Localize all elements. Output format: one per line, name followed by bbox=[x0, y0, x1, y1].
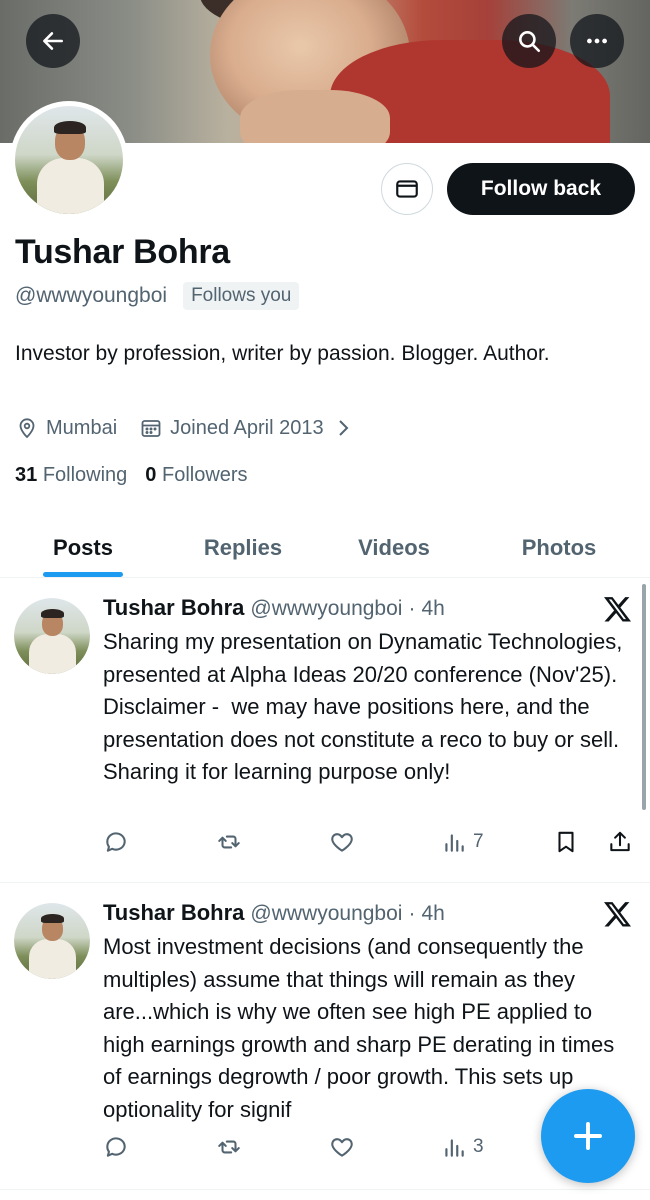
profile-tabs: Posts Replies Videos Photos bbox=[0, 518, 650, 578]
tab-videos[interactable]: Videos bbox=[338, 518, 450, 578]
compose-post-button[interactable] bbox=[541, 1089, 635, 1183]
location-text: Mumbai bbox=[46, 416, 118, 439]
handle-row: @wwwyoungboi Follows you bbox=[15, 282, 300, 310]
x-logo-icon bbox=[604, 597, 631, 622]
views-count: 7 bbox=[473, 831, 484, 852]
avatar-photo bbox=[15, 106, 123, 214]
follows-you-badge: Follows you bbox=[183, 282, 300, 310]
location-pin-icon bbox=[19, 418, 35, 439]
tab-photos[interactable]: Photos bbox=[500, 518, 618, 578]
post-text: Most investment decisions (and consequen… bbox=[103, 934, 621, 1122]
like-button[interactable] bbox=[329, 1134, 355, 1160]
tab-replies[interactable]: Replies bbox=[183, 518, 303, 578]
followers-stat[interactable]: 0 Followers bbox=[145, 464, 247, 487]
post-author-name[interactable]: Tushar Bohra bbox=[103, 595, 244, 621]
views-button[interactable]: 3 bbox=[441, 1134, 484, 1160]
post-item[interactable]: Tushar Bohra @wwwyoungboi · 4h Sharing m… bbox=[0, 579, 650, 883]
post-time[interactable]: 4h bbox=[421, 902, 444, 926]
calendar-icon bbox=[141, 420, 161, 437]
reply-button[interactable] bbox=[103, 1134, 129, 1160]
chevron-right-icon bbox=[338, 420, 349, 436]
more-dots-icon bbox=[587, 38, 607, 44]
active-tab-indicator bbox=[43, 572, 123, 577]
repost-icon bbox=[218, 835, 240, 849]
following-label: Following bbox=[42, 464, 128, 486]
repost-button[interactable] bbox=[216, 1134, 242, 1160]
x-logo-icon bbox=[604, 902, 631, 927]
follow-back-button[interactable]: Follow back bbox=[447, 163, 635, 215]
post-separator: · bbox=[408, 597, 416, 620]
followers-count: 0 bbox=[145, 464, 157, 486]
following-stat[interactable]: 31 Following bbox=[15, 464, 127, 487]
following-count: 31 bbox=[15, 464, 38, 486]
post-header: Tushar Bohra @wwwyoungboi · 4h bbox=[103, 900, 445, 926]
reply-button[interactable] bbox=[103, 829, 129, 855]
scrollbar[interactable] bbox=[642, 584, 646, 810]
post-text: Sharing my presentation on Dynamatic Tec… bbox=[103, 629, 648, 784]
post-avatar[interactable] bbox=[14, 903, 90, 979]
views-chart-icon bbox=[445, 1139, 464, 1157]
joined-item[interactable]: Joined April 2013 bbox=[139, 416, 354, 440]
heart-icon bbox=[331, 833, 353, 852]
envelope-icon bbox=[396, 180, 418, 198]
tab-posts[interactable]: Posts bbox=[33, 518, 133, 578]
reply-icon bbox=[106, 832, 126, 852]
search-button[interactable] bbox=[502, 14, 556, 68]
repost-icon bbox=[218, 1140, 240, 1154]
more-button[interactable] bbox=[570, 14, 624, 68]
profile-bio: Investor by profession, writer by passio… bbox=[15, 342, 550, 365]
back-button[interactable] bbox=[26, 14, 80, 68]
profile-avatar[interactable] bbox=[10, 101, 128, 219]
post-author-handle[interactable]: @wwwyoungboi bbox=[250, 902, 402, 926]
views-chart-icon bbox=[445, 834, 464, 852]
views-button[interactable]: 7 bbox=[441, 829, 484, 855]
post-header: Tushar Bohra @wwwyoungboi · 4h bbox=[103, 595, 445, 621]
profile-name: Tushar Bohra bbox=[15, 233, 230, 271]
profile-handle: @wwwyoungboi bbox=[15, 284, 168, 307]
followers-label: Followers bbox=[161, 464, 248, 486]
bookmark-icon bbox=[558, 831, 574, 853]
plus-icon bbox=[574, 1122, 602, 1150]
message-button[interactable] bbox=[381, 163, 433, 215]
search-icon bbox=[519, 31, 541, 53]
views-count: 3 bbox=[473, 1136, 484, 1157]
post-separator: · bbox=[408, 902, 416, 925]
post-time[interactable]: 4h bbox=[421, 597, 444, 621]
profile-meta: Mumbai Joined April 2013 bbox=[15, 416, 377, 440]
post-author-name[interactable]: Tushar Bohra bbox=[103, 900, 244, 926]
heart-icon bbox=[331, 1138, 353, 1157]
arrow-left-icon bbox=[43, 32, 63, 50]
location-item: Mumbai bbox=[15, 416, 117, 440]
post-avatar[interactable] bbox=[14, 598, 90, 674]
joined-text: Joined April 2013 bbox=[170, 416, 324, 439]
post-actions: 7 bbox=[103, 829, 633, 863]
share-icon bbox=[610, 831, 630, 852]
follow-stats: 31 Following 0 Followers bbox=[15, 464, 248, 487]
repost-button[interactable] bbox=[216, 829, 242, 855]
post-author-handle[interactable]: @wwwyoungboi bbox=[250, 597, 402, 621]
like-button[interactable] bbox=[329, 829, 355, 855]
banner-photo-hands bbox=[240, 90, 390, 143]
share-button[interactable] bbox=[607, 829, 633, 855]
reply-icon bbox=[106, 1137, 126, 1157]
bookmark-button[interactable] bbox=[553, 829, 579, 855]
